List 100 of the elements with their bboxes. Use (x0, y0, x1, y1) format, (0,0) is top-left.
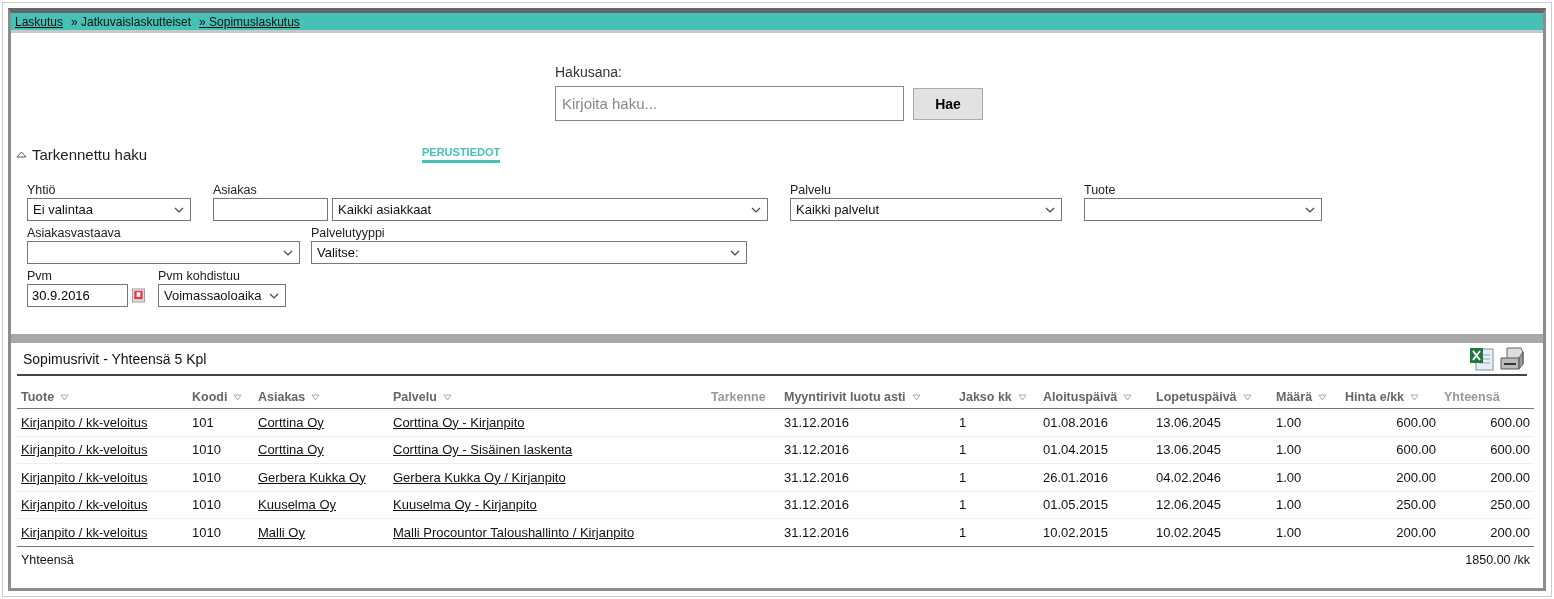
table-cell: 1.00 (1276, 414, 1302, 430)
table-link[interactable]: Corttina Oy (258, 442, 324, 458)
table-cell: 250.00 (1396, 497, 1436, 513)
table-link[interactable]: Kuuselma Oy - Kirjanpito (393, 497, 537, 513)
table-link[interactable]: Corttina Oy - Sisäinen laskenta (393, 442, 573, 458)
table-link[interactable]: Malli Oy (258, 524, 305, 540)
column-header[interactable]: Koodi (188, 382, 254, 409)
column-header[interactable]: Lopetuspäivä (1152, 382, 1272, 409)
table-cell: 31.12.2016 (784, 442, 850, 458)
column-header[interactable]: Palvelu (389, 382, 707, 409)
table-cell: 1.00 (1276, 469, 1302, 485)
printer-icon[interactable] (1499, 345, 1525, 372)
dropdown[interactable]: Ei valintaa (27, 198, 191, 221)
search-field[interactable]: Kirjoita haku... (555, 86, 904, 121)
field-label: Pvm kohdistuu (158, 269, 241, 283)
collapse-icon (16, 151, 27, 158)
table-cell: 1010 (192, 442, 221, 458)
sort-icon[interactable] (1123, 394, 1133, 401)
field-label: Tuote (1084, 183, 1117, 197)
column-header[interactable]: Jakso kk (955, 382, 1039, 409)
table-cell: 600.00 (1396, 414, 1436, 430)
table-cell: 600.00 (1396, 442, 1436, 458)
breadcrumb-link[interactable]: Laskutus (15, 14, 64, 29)
sort-icon[interactable] (911, 394, 921, 401)
column-header: Yhteensä (1440, 382, 1534, 409)
date-input[interactable]: 30.9.2016 (27, 284, 128, 307)
dropdown[interactable] (27, 241, 300, 264)
advanced-search-toggle[interactable]: Tarkennettu haku (16, 146, 422, 163)
column-header[interactable]: Aloituspäivä (1039, 382, 1152, 409)
field-label: Palvelu (790, 183, 832, 197)
dropdown[interactable]: Voimassaoloaika (158, 284, 286, 307)
chevron-down-icon (1045, 206, 1055, 213)
spreadsheet-export-icon[interactable] (1469, 345, 1495, 372)
column-header[interactable]: Asiakas (254, 382, 389, 409)
table-cell: 31.12.2016 (784, 469, 850, 485)
table-cell: 1010 (192, 497, 221, 513)
table-link[interactable]: Gerbera Kukka Oy / Kirjanpito (393, 469, 566, 485)
column-header[interactable]: Määrä (1272, 382, 1341, 409)
sort-icon[interactable] (233, 394, 243, 401)
sort-icon[interactable] (1017, 394, 1027, 401)
column-header[interactable]: Myyntirivit luotu asti (780, 382, 955, 409)
table-cell: 1.00 (1276, 497, 1302, 513)
table-cell: 200.00 (1396, 524, 1436, 540)
table-cell: 13.06.2045 (1156, 414, 1222, 430)
table-cell: 04.02.2046 (1156, 469, 1222, 485)
column-header[interactable]: Tuote (17, 382, 188, 409)
table-link[interactable]: Kirjanpito / kk-veloitus (21, 442, 148, 458)
table-link[interactable]: Kirjanpito / kk-veloitus (21, 524, 148, 540)
table-cell: 1010 (192, 524, 221, 540)
table-cell: 31.12.2016 (784, 497, 850, 513)
search-button[interactable]: Hae (913, 87, 983, 120)
search-label: Hakusana: (555, 64, 622, 80)
table-link[interactable]: Gerbera Kukka Oy (258, 469, 366, 485)
dropdown[interactable]: Kaikki asiakkaat (332, 198, 768, 221)
sort-icon[interactable] (442, 394, 452, 401)
table-link[interactable]: Corttina Oy (258, 414, 324, 430)
chevron-down-icon (1305, 206, 1315, 213)
sort-icon[interactable] (1318, 394, 1328, 401)
field-label: Yhtiö (27, 183, 57, 197)
calendar-icon[interactable] (132, 288, 145, 303)
table-cell: 01.04.2015 (1043, 442, 1109, 458)
table-cell: 26.01.2016 (1043, 469, 1109, 485)
table-cell: 101 (192, 414, 214, 430)
sort-icon[interactable] (1242, 394, 1252, 401)
table-cell: 1 (959, 497, 967, 513)
dropdown[interactable]: Kaikki palvelut (790, 198, 1062, 221)
table-cell: 13.06.2045 (1156, 442, 1222, 458)
total-value: 1850.00 /kk (1465, 552, 1530, 567)
results-title: Sopimusrivit - Yhteensä 5 Kpl (23, 350, 207, 367)
chevron-down-icon (730, 249, 740, 256)
table-cell: 12.06.2045 (1156, 497, 1222, 513)
table-cell: 200.00 (1490, 469, 1530, 485)
table-cell: 01.08.2016 (1043, 414, 1109, 430)
field-label: Asiakasvastaava (27, 226, 122, 240)
table-cell: 200.00 (1490, 524, 1530, 540)
table-cell: 31.12.2016 (784, 414, 850, 430)
total-label: Yhteensä (21, 552, 74, 567)
chevron-down-icon (751, 206, 761, 213)
table-link[interactable]: Kirjanpito / kk-veloitus (21, 414, 148, 430)
table-cell: 1.00 (1276, 442, 1302, 458)
customer-input[interactable] (213, 198, 328, 221)
table-cell: 1010 (192, 469, 221, 485)
column-header[interactable]: Hinta e/kk (1341, 382, 1440, 409)
sort-icon[interactable] (60, 394, 70, 401)
table-link[interactable]: Kirjanpito / kk-veloitus (21, 497, 148, 513)
table-link[interactable]: Kirjanpito / kk-veloitus (21, 469, 148, 485)
table-link[interactable]: Corttina Oy - Kirjanpito (393, 414, 525, 430)
dropdown[interactable] (1084, 198, 1322, 221)
table-cell: 1.00 (1276, 524, 1302, 540)
breadcrumb-link[interactable]: » Sopimuslaskutus (199, 14, 300, 29)
table-cell: 1 (959, 442, 967, 458)
table-cell: 600.00 (1490, 442, 1530, 458)
sort-icon[interactable] (1410, 394, 1420, 401)
sort-icon[interactable] (311, 394, 321, 401)
table-link[interactable]: Kuuselma Oy (258, 497, 337, 513)
table-link[interactable]: Malli Procountor Taloushallinto / Kirjanpito (393, 524, 635, 540)
table-cell: 01.05.2015 (1043, 497, 1109, 513)
table-cell: 1 (959, 524, 967, 540)
dropdown[interactable]: Valitse: (311, 241, 747, 264)
table-cell: 200.00 (1396, 469, 1436, 485)
